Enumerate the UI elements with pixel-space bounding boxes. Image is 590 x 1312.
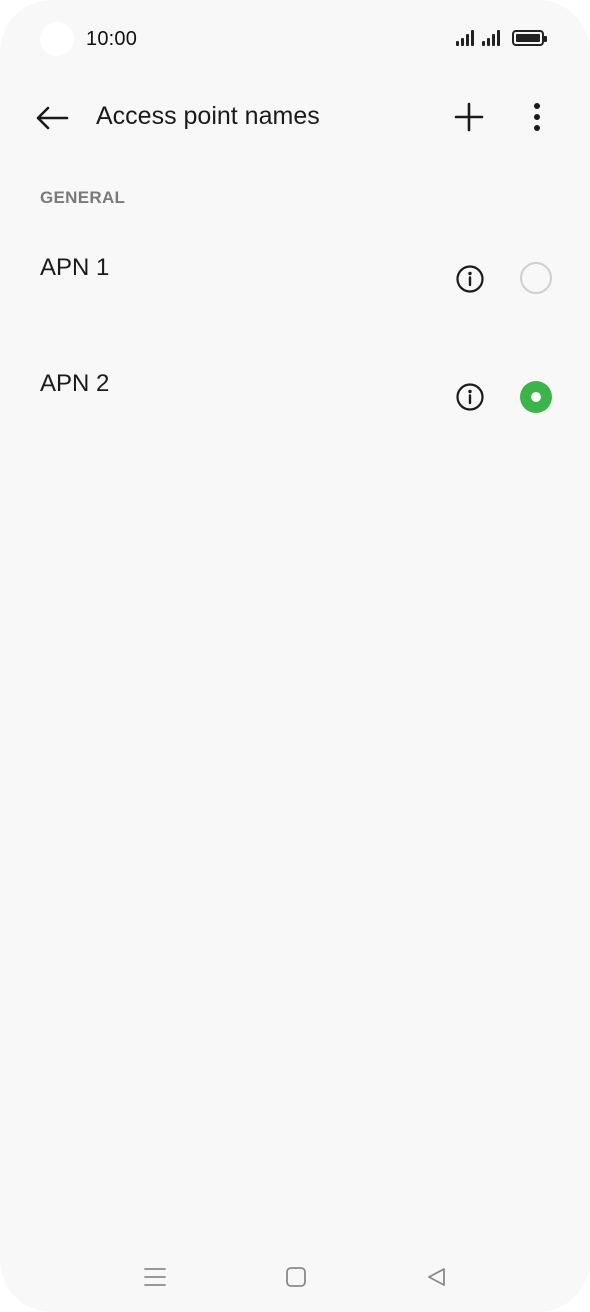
apn-radio-button-selected[interactable] <box>520 381 552 413</box>
apn-list-item[interactable]: APN 1 <box>0 236 590 346</box>
apn-list-item[interactable]: APN 2 <box>0 352 590 462</box>
signal-icon <box>456 30 474 46</box>
home-button[interactable] <box>276 1260 316 1294</box>
recent-apps-button[interactable] <box>135 1260 175 1294</box>
info-icon <box>456 265 484 293</box>
arrow-left-icon <box>36 106 69 130</box>
page-title: Access point names <box>96 102 320 130</box>
navigation-bar <box>0 1252 590 1300</box>
info-icon <box>456 383 484 411</box>
phone-screen: 10:00 Access point names GENERAL APN 1 A… <box>0 0 590 1312</box>
plus-icon <box>454 102 484 132</box>
back-triangle-icon <box>428 1268 445 1286</box>
back-button[interactable] <box>30 96 74 140</box>
apn-info-button[interactable] <box>455 264 485 294</box>
add-apn-button[interactable] <box>446 94 492 140</box>
more-vertical-icon <box>534 103 540 131</box>
status-bar: 10:00 <box>0 0 590 80</box>
toolbar: Access point names <box>0 86 590 148</box>
battery-fill <box>516 34 540 42</box>
home-square-icon <box>286 1267 306 1287</box>
back-nav-button[interactable] <box>416 1260 456 1294</box>
apn-radio-button[interactable] <box>520 262 552 294</box>
apn-info-button[interactable] <box>455 382 485 412</box>
more-options-button[interactable] <box>516 94 558 140</box>
apn-name: APN 2 <box>40 370 110 397</box>
camera-cutout <box>40 22 74 56</box>
section-header: GENERAL <box>40 188 126 207</box>
signal-icon <box>482 30 500 46</box>
battery-icon <box>512 30 547 46</box>
status-time: 10:00 <box>86 28 138 50</box>
apn-name: APN 1 <box>40 254 110 281</box>
status-icons <box>456 30 547 46</box>
menu-icon <box>144 1268 166 1286</box>
